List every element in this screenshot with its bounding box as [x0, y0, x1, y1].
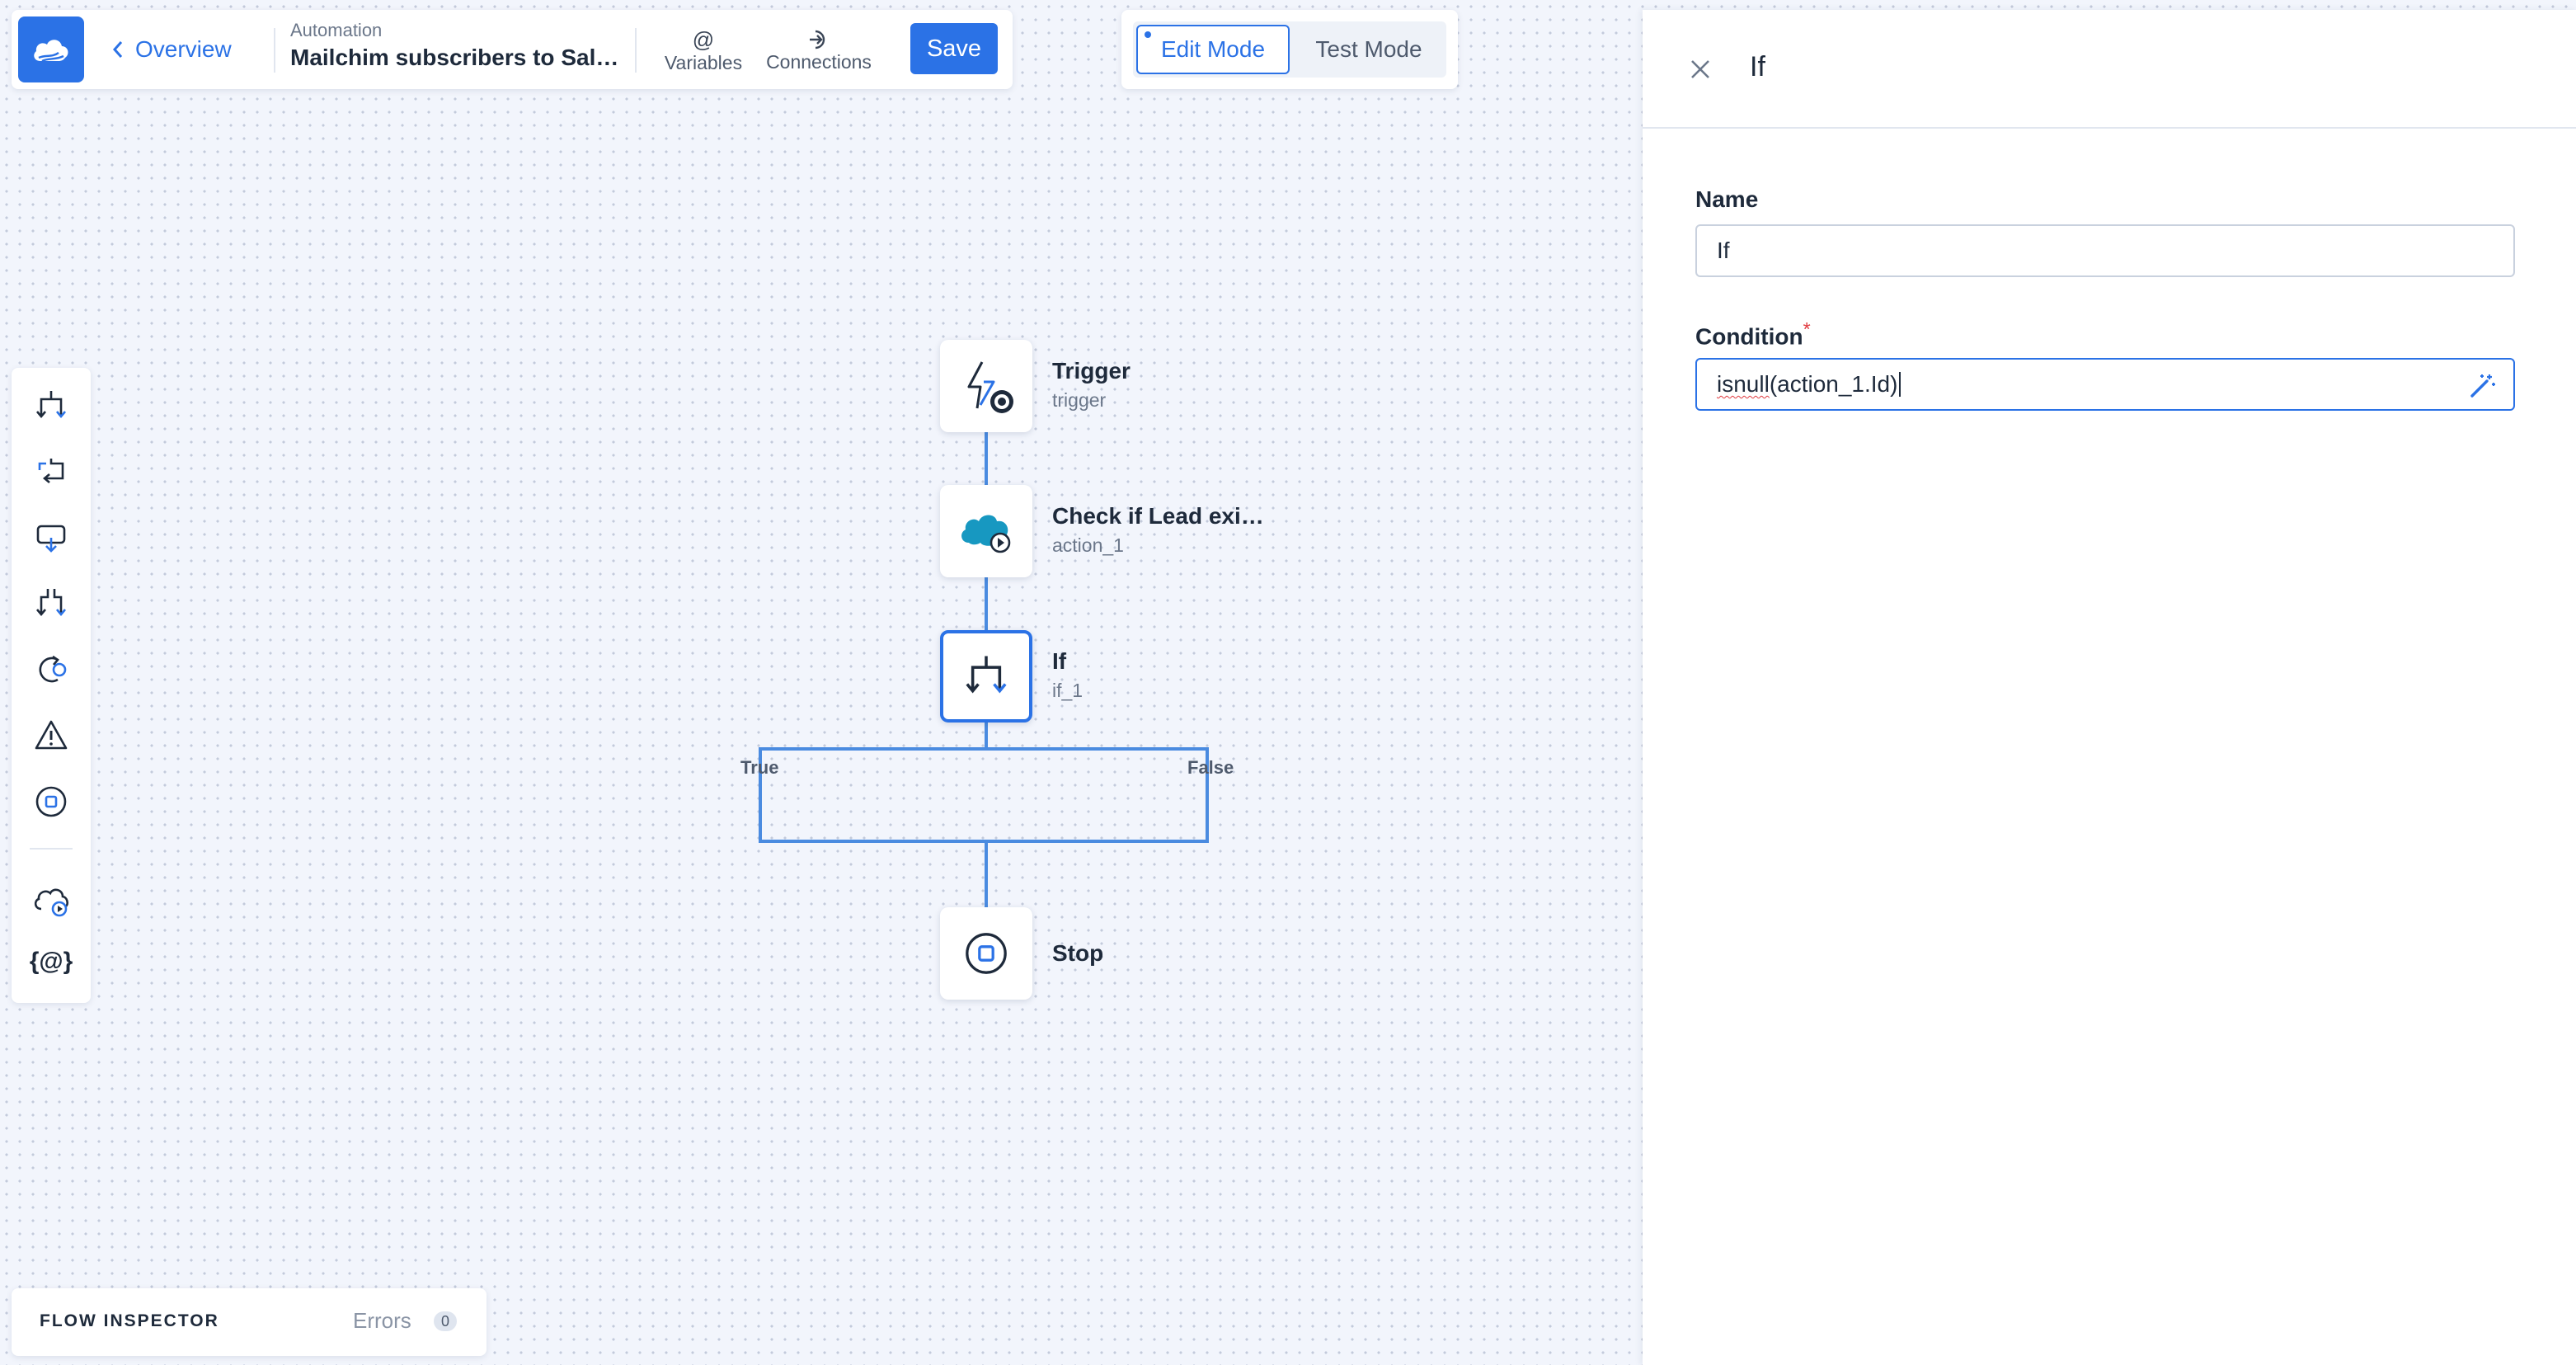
top-bar: Overview Automation Mailchim subscribers…: [12, 10, 1013, 89]
magic-wand-icon[interactable]: [2467, 371, 2497, 401]
properties-panel: If Name If Condition* isnull(action_1.Id…: [1643, 10, 2576, 1365]
name-field-label: Name: [1695, 186, 1759, 212]
salesforce-cloud-icon: [961, 515, 1011, 553]
flow-inspector-bar[interactable]: FLOW INSPECTOR Errors 0: [12, 1288, 487, 1356]
trigger-node[interactable]: [940, 340, 1032, 432]
node-title: If: [1052, 648, 1067, 674]
stop-icon: [35, 786, 67, 817]
if-icon: [966, 656, 1007, 694]
cloud-action-icon: [34, 888, 68, 917]
text-caret: [1899, 372, 1901, 397]
save-button[interactable]: Save: [910, 23, 998, 74]
tool-error-handler[interactable]: [26, 711, 76, 760]
automation-name[interactable]: Mailchim subscribers to Salesf…: [290, 45, 630, 71]
connections-label: Connections: [766, 50, 872, 73]
close-icon: [1691, 60, 1709, 78]
tool-variables[interactable]: {@}: [26, 937, 76, 986]
edit-mode-label: Edit Mode: [1160, 36, 1266, 62]
toolbox-divider: [30, 848, 73, 850]
retry-icon: [39, 655, 67, 683]
node-title: Trigger: [1052, 358, 1131, 384]
variables-icon: {@}: [29, 948, 73, 975]
chevron-left-icon: [112, 41, 123, 58]
tool-wait[interactable]: [26, 513, 76, 562]
variables-button[interactable]: @ Variables: [658, 21, 749, 79]
tool-retry[interactable]: [26, 645, 76, 694]
panel-title: If: [1750, 51, 1765, 82]
salesforce-action-node[interactable]: [940, 485, 1032, 577]
connector-line: [985, 723, 988, 749]
node-subtitle: if_1: [1052, 680, 1084, 701]
node-title: Check if Lead exi…: [1052, 503, 1264, 529]
mode-toggle: Edit Mode Test Mode: [1121, 10, 1458, 89]
connections-button[interactable]: Connections: [757, 21, 881, 79]
name-input[interactable]: If: [1695, 224, 2515, 277]
connector-line: [985, 431, 988, 485]
tool-stop[interactable]: [26, 777, 76, 826]
if-icon: [36, 391, 66, 419]
required-marker: *: [1803, 318, 1811, 340]
merge-line: [759, 840, 1209, 843]
node-subtitle: trigger: [1052, 389, 1107, 411]
stop-node[interactable]: [940, 907, 1032, 1000]
divider: [274, 28, 275, 73]
node-title: Stop: [1052, 940, 1104, 966]
connector-line: [985, 577, 988, 632]
condition-arguments: (action_1.Id): [1769, 371, 1898, 397]
cloud-logo-icon[interactable]: [18, 16, 84, 82]
test-mode-label: Test Mode: [1315, 36, 1422, 62]
parallel-icon: [36, 589, 66, 617]
variables-label: Variables: [664, 51, 743, 73]
false-branch-label: False: [1187, 757, 1234, 778]
warning-icon: [35, 720, 68, 750]
tool-cloud-action[interactable]: [26, 876, 76, 925]
mode-track: Edit Mode Test Mode: [1133, 21, 1446, 78]
name-input-value: If: [1717, 238, 1730, 263]
branch-line: [759, 747, 1209, 751]
errors-label[interactable]: Errors: [353, 1308, 411, 1334]
test-mode-button[interactable]: Test Mode: [1295, 25, 1443, 74]
condition-field-label: Condition*: [1695, 318, 1811, 350]
flow-inspector-title: FLOW INSPECTOR: [40, 1311, 219, 1330]
at-sign-icon: @: [692, 26, 715, 52]
back-link-label: Overview: [135, 36, 232, 62]
condition-function: isnull: [1717, 371, 1770, 397]
true-branch-label: True: [740, 757, 779, 778]
tool-if[interactable]: [26, 381, 76, 431]
automation-section-label: Automation: [290, 20, 383, 40]
stop-icon: [966, 933, 1007, 974]
automation-title-block: Automation Mailchim subscribers to Sales…: [290, 20, 630, 71]
edit-mode-button[interactable]: Edit Mode: [1136, 25, 1290, 74]
errors-count-badge: 0: [434, 1311, 457, 1331]
condition-label-text: Condition: [1695, 323, 1803, 350]
connections-icon: [810, 30, 825, 49]
trigger-bolt-icon: [967, 361, 1013, 413]
close-panel-button[interactable]: [1684, 53, 1717, 86]
tool-loop[interactable]: [26, 447, 76, 497]
loop-icon: [38, 459, 64, 483]
step-toolbox: {@}: [12, 368, 91, 1003]
if-node[interactable]: [940, 630, 1032, 723]
tool-parallel[interactable]: [26, 579, 76, 628]
condition-input[interactable]: isnull(action_1.Id): [1695, 358, 2515, 411]
panel-header: If: [1643, 10, 2576, 129]
connector-line: [985, 841, 988, 907]
node-subtitle: action_1: [1052, 534, 1124, 556]
back-to-overview-link[interactable]: Overview: [112, 10, 232, 89]
condition-input-value: isnull(action_1.Id): [1717, 371, 1897, 398]
divider: [635, 28, 637, 73]
wait-icon: [36, 525, 66, 553]
active-dot-icon: [1145, 31, 1151, 38]
